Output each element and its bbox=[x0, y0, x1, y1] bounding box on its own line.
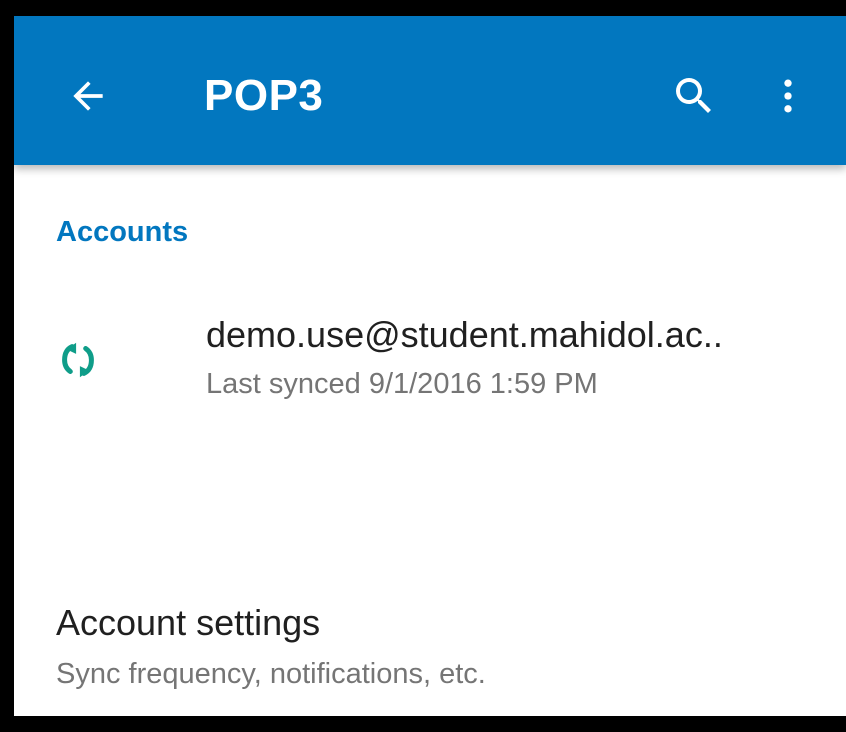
search-button[interactable] bbox=[662, 64, 726, 128]
account-settings-title: Account settings bbox=[56, 602, 321, 643]
account-email: demo.use@student.mahidol.ac.. bbox=[206, 314, 723, 355]
account-settings-subtitle: Sync frequency, notifications, etc. bbox=[56, 658, 486, 690]
app-bar: POP3 bbox=[14, 16, 846, 165]
arrow-left-icon bbox=[73, 81, 103, 111]
settings-screen: POP3 Accounts demo.use@student.mahidol.a… bbox=[14, 16, 846, 716]
account-sync-status: Last synced 9/1/2016 1:59 PM bbox=[206, 368, 598, 400]
device-frame: POP3 Accounts demo.use@student.mahidol.a… bbox=[0, 0, 846, 732]
search-icon bbox=[676, 78, 711, 113]
accounts-section-header: Accounts bbox=[56, 216, 189, 248]
sync-icon bbox=[62, 342, 94, 378]
sync-icon-container bbox=[54, 336, 102, 384]
more-options-button[interactable] bbox=[760, 64, 816, 128]
account-list-item[interactable]: demo.use@student.mahidol.ac.. Last synce… bbox=[14, 296, 846, 426]
page-title: POP3 bbox=[204, 71, 324, 120]
more-vertical-icon bbox=[784, 79, 792, 113]
back-button[interactable] bbox=[56, 64, 120, 128]
account-settings-item[interactable]: Account settings Sync frequency, notific… bbox=[14, 586, 846, 716]
